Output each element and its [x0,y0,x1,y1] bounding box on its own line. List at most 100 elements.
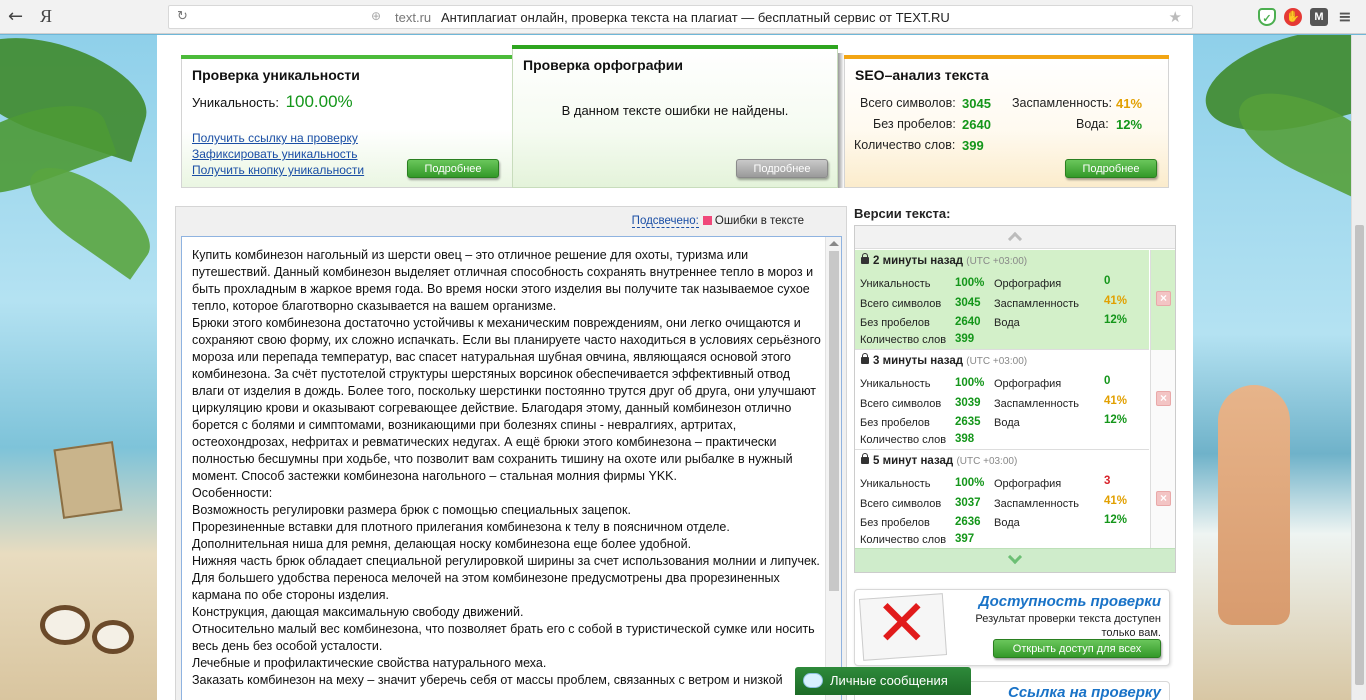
lock-icon [861,253,869,264]
seo-words-value: 399 [962,138,984,153]
bookmark-star-icon[interactable]: ★ [1169,8,1182,26]
scroll-up-arrow-icon[interactable] [829,241,839,246]
adblock-icon[interactable]: ✋ [1284,8,1302,26]
text-paragraph: Прорезиненные вставки для плотного приле… [192,520,730,534]
seo-title: SEO–анализ текста [855,67,989,83]
seo-no-spaces-label: Без пробелов: [873,117,956,131]
version-time: 2 минуты назад [873,255,964,267]
seo-details-button[interactable]: Подробнее [1065,159,1157,178]
text-paragraph: Дополнительная ниша для ремня, делающая … [192,537,692,551]
version-item[interactable]: 5 минут назад (UTC +03:00) Уникальность … [855,450,1149,550]
version-delete-cell: × [1150,450,1175,550]
coconut-image [40,605,90,645]
text-paragraph: Возможность регулировки размера брюк с п… [192,503,631,517]
versions-scroll-down-button[interactable] [855,548,1175,572]
protect-shield-icon[interactable]: ✓ [1258,8,1276,26]
text-paragraph: Особенности: [192,486,273,500]
lock-icon [861,353,869,364]
versions-scroll-up-button[interactable] [855,226,1175,249]
uniqueness-card: Проверка уникальности Уникальность: 100.… [181,55,519,188]
errors-legend-label: Ошибки в тексте [714,215,804,227]
version-spell-label: Орфография [994,278,1062,290]
beach-person-image [1218,385,1290,625]
background-left-beach [0,35,157,700]
version-item[interactable]: 3 минуты назад (UTC +03:00) Уникальность… [855,350,1149,450]
version-utc: (UTC +03:00) [956,456,1018,467]
version-nosp-value: 2640 [955,316,981,328]
address-domain: text.ru [395,10,432,25]
version-spam-label: Заспамленность [994,398,1079,410]
open-access-button[interactable]: Открыть доступ для всех [993,639,1161,658]
version-spam-value: 41% [1104,395,1128,407]
seo-no-spaces-value: 2640 [962,117,991,132]
seo-card: SEO–анализ текста Всего символов: 3045 З… [844,55,1169,188]
spelling-details-button[interactable]: Подробнее [736,159,828,178]
back-arrow-icon[interactable]: ← [8,6,23,27]
version-nosp-label: Без пробелов [860,317,930,329]
text-paragraph: Лечебные и профилактические свойства нат… [192,656,547,670]
text-scrollbar[interactable] [825,237,841,700]
page-scrollbar-thumb[interactable] [1355,225,1364,685]
seo-water-label: Вода: [1076,117,1109,131]
text-paragraph: Для большего удобства переноса мелочей н… [192,571,780,602]
seo-spam-label: Заспамленность: [1012,96,1113,110]
get-check-link[interactable]: Получить ссылку на проверку [192,130,364,146]
address-bar[interactable]: ↻ ⊕ text.ru Антиплагиат онлайн, проверка… [168,5,1193,29]
version-spell-label: Орфография [994,478,1062,490]
uniqueness-links: Получить ссылку на проверку Зафиксироват… [192,130,364,178]
version-uniq-value: 100% [955,477,985,489]
version-words-label: Количество слов [860,434,947,446]
fix-uniqueness-link[interactable]: Зафиксировать уникальность [192,146,364,162]
uniqueness-value: 100.00% [285,92,353,111]
personal-messages-label: Личные сообщения [830,673,948,688]
page-scrollbar[interactable] [1351,35,1366,700]
delete-version-icon[interactable]: × [1156,391,1171,406]
version-water-value: 12% [1104,314,1128,326]
mail-extension-icon[interactable]: M [1310,8,1328,26]
seo-total-chars-label: Всего символов: [860,96,956,110]
beach-hut-image [53,441,123,519]
seo-water-value: 12% [1116,117,1143,132]
text-panel: Подсвечено: Ошибки в тексте Купить комбин… [175,206,847,700]
checked-text-content: Купить комбинезон нагольный из шерсти ов… [192,247,822,689]
version-time: 3 минуты назад [873,355,964,367]
delete-version-icon[interactable]: × [1156,491,1171,506]
version-uniq-value: 100% [955,277,985,289]
version-words-value: 398 [955,433,975,445]
personal-messages-button[interactable]: Личные сообщения [795,667,971,695]
reload-icon[interactable]: ↻ [177,9,188,24]
delete-version-icon[interactable]: × [1156,291,1171,306]
error-color-swatch [702,216,712,225]
version-item[interactable]: 2 минуты назад (UTC +03:00) Уникальность… [855,250,1149,350]
version-utc: (UTC +03:00) [966,356,1028,367]
seo-spam-value: 41% [1116,96,1143,111]
versions-list: 2 минуты назад (UTC +03:00) Уникальность… [854,225,1176,573]
coconut-image [92,620,134,654]
version-spam-value: 41% [1104,295,1128,307]
version-spam-label: Заспамленность [994,498,1079,510]
spelling-title: Проверка орфографии [523,57,683,73]
checked-text-area[interactable]: Купить комбинезон нагольный из шерсти ов… [181,236,842,700]
version-words-label: Количество слов [860,334,947,346]
text-scrollbar-thumb[interactable] [829,251,839,591]
version-words-value: 397 [955,533,975,545]
version-nosp-label: Без пробелов [860,417,930,429]
version-chars-label: Всего символов [860,398,942,410]
address-page-title: Антиплагиат онлайн, проверка текста на п… [441,10,950,25]
main-page: Проверка уникальности Уникальность: 100.… [157,35,1193,700]
version-spell-value: 0 [1104,375,1111,387]
yandex-logo[interactable]: Я [40,6,52,27]
version-water-label: Вода [994,317,1020,329]
version-time: 5 минут назад [873,455,954,467]
version-uniq-label: Уникальность [860,478,931,490]
version-spam-value: 41% [1104,495,1128,507]
get-uniqueness-button-link[interactable]: Получить кнопку уникальности [192,162,364,178]
chat-bubbles-icon [803,673,823,688]
uniqueness-details-button[interactable]: Подробнее [407,159,499,178]
menu-icon[interactable]: ≡ [1336,8,1354,26]
highlight-legend: Подсвечено: Ошибки в тексте [631,215,804,228]
globe-icon: ⊕ [371,9,382,23]
highlighted-toggle[interactable]: Подсвечено: [631,215,699,228]
version-delete-cell: × [1150,250,1175,350]
version-water-label: Вода [994,517,1020,529]
